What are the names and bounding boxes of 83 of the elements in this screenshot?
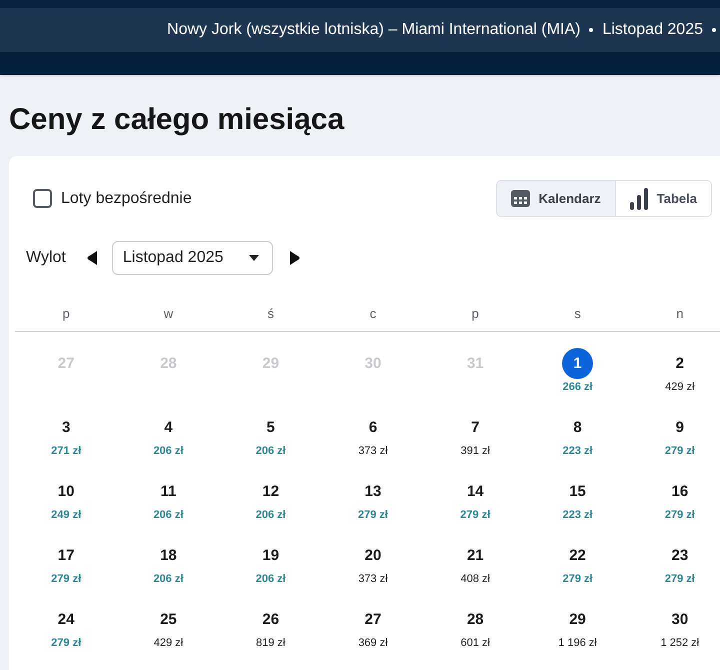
- route-breadcrumb: Listopad 2025: [602, 21, 703, 39]
- day-number[interactable]: 12: [262, 482, 280, 500]
- separator-dot-icon: [589, 28, 594, 32]
- day-price: 279 zł: [51, 636, 82, 651]
- day-number[interactable]: 20: [364, 546, 382, 564]
- day-number[interactable]: 26: [262, 610, 280, 628]
- day-number[interactable]: 1: [562, 348, 594, 379]
- day-price: 1 252 zł: [660, 636, 700, 651]
- day-price: 206 zł: [153, 572, 184, 587]
- day-number[interactable]: 27: [364, 610, 382, 628]
- day-number[interactable]: 10: [58, 482, 74, 500]
- triangle-left-icon[interactable]: [86, 251, 97, 265]
- day-price: 429 zł: [154, 636, 184, 651]
- day-number[interactable]: 25: [160, 610, 177, 628]
- day-number[interactable]: 2: [676, 354, 684, 372]
- day-price: 279 zł: [460, 508, 490, 523]
- day-number[interactable]: 14: [466, 482, 484, 500]
- day-number[interactable]: 23: [672, 546, 688, 564]
- caret-down-icon: [248, 255, 259, 261]
- day-price: 373 zł: [358, 444, 388, 459]
- day-price: 279 zł: [562, 572, 593, 587]
- day-number[interactable]: 29: [569, 610, 586, 628]
- day-price: 408 zł: [460, 572, 490, 587]
- day-number[interactable]: 7: [471, 418, 480, 436]
- page-title: Ceny z całego miesiąca: [9, 103, 344, 137]
- day-price: 223 zł: [562, 444, 593, 459]
- day-price: 206 zł: [153, 444, 184, 459]
- day-number[interactable]: 15: [569, 482, 586, 500]
- route-breadcrumb: Nowy Jork (wszystkie lotniska) – Miami International (MIA): [167, 21, 580, 39]
- day-number[interactable]: 28: [466, 610, 484, 628]
- day-number[interactable]: 9: [676, 418, 684, 436]
- day-price: 279 zł: [664, 444, 695, 459]
- day-number[interactable]: 18: [160, 546, 177, 564]
- day-price: 206 zł: [153, 508, 184, 523]
- direct-flights-checkbox[interactable]: [33, 189, 52, 208]
- bar-chart-icon: [630, 188, 648, 210]
- day-price: 249 zł: [51, 508, 82, 523]
- day-price: 1 196 zł: [558, 636, 597, 651]
- day-number[interactable]: 22: [569, 546, 586, 564]
- day-price: 223 zł: [562, 508, 593, 523]
- separator-dot-icon: [712, 28, 716, 32]
- day-price: 266 zł: [562, 380, 593, 395]
- weekday-label: p: [472, 306, 479, 321]
- day-price: 429 zł: [665, 380, 695, 395]
- day-price: 279 zł: [51, 572, 82, 587]
- weekday-label: s: [574, 306, 581, 321]
- day-price: 206 zł: [256, 444, 286, 459]
- weekday-label: ś: [267, 306, 274, 321]
- day-number[interactable]: 24: [58, 610, 74, 628]
- day-number[interactable]: 8: [573, 418, 582, 436]
- day-price: 391 zł: [460, 444, 490, 459]
- day-price: 819 zł: [256, 636, 286, 651]
- day-number[interactable]: 13: [364, 482, 382, 500]
- month-dropdown[interactable]: Listopad 2025: [112, 241, 273, 275]
- weekday-label: n: [676, 306, 684, 321]
- view-toggle-button[interactable]: Tabela: [614, 181, 711, 216]
- day-price: 373 zł: [358, 572, 388, 587]
- day-number[interactable]: 17: [58, 546, 74, 564]
- triangle-right-icon[interactable]: [290, 251, 300, 265]
- day-number[interactable]: 3: [62, 418, 70, 436]
- day-number[interactable]: 6: [368, 418, 378, 436]
- day-price: 279 zł: [358, 508, 388, 523]
- checkbox-label: Loty bezpośrednie: [61, 190, 192, 208]
- day-price: 279 zł: [664, 572, 695, 587]
- day-price: 279 zł: [664, 508, 695, 523]
- day-number[interactable]: 5: [266, 418, 275, 436]
- day-price: 601 zł: [460, 636, 490, 651]
- day-number[interactable]: 4: [164, 418, 173, 436]
- day-price: 271 zł: [51, 444, 82, 459]
- day-number[interactable]: 19: [262, 546, 280, 564]
- day-price: 369 zł: [358, 636, 388, 651]
- weekday-label: p: [62, 306, 70, 321]
- day-number[interactable]: 21: [466, 546, 484, 564]
- departure-label: Wylot: [26, 249, 66, 267]
- weekday-label: c: [370, 306, 376, 321]
- view-toggle-button[interactable]: Kalendarz: [496, 181, 615, 216]
- day-price: 206 zł: [256, 508, 286, 523]
- day-price: 206 zł: [256, 572, 286, 587]
- day-number[interactable]: 30: [672, 610, 688, 628]
- weekday-label: w: [164, 306, 174, 321]
- day-number[interactable]: 11: [160, 482, 176, 500]
- calendar-icon: [510, 190, 530, 207]
- day-number[interactable]: 16: [672, 482, 688, 500]
